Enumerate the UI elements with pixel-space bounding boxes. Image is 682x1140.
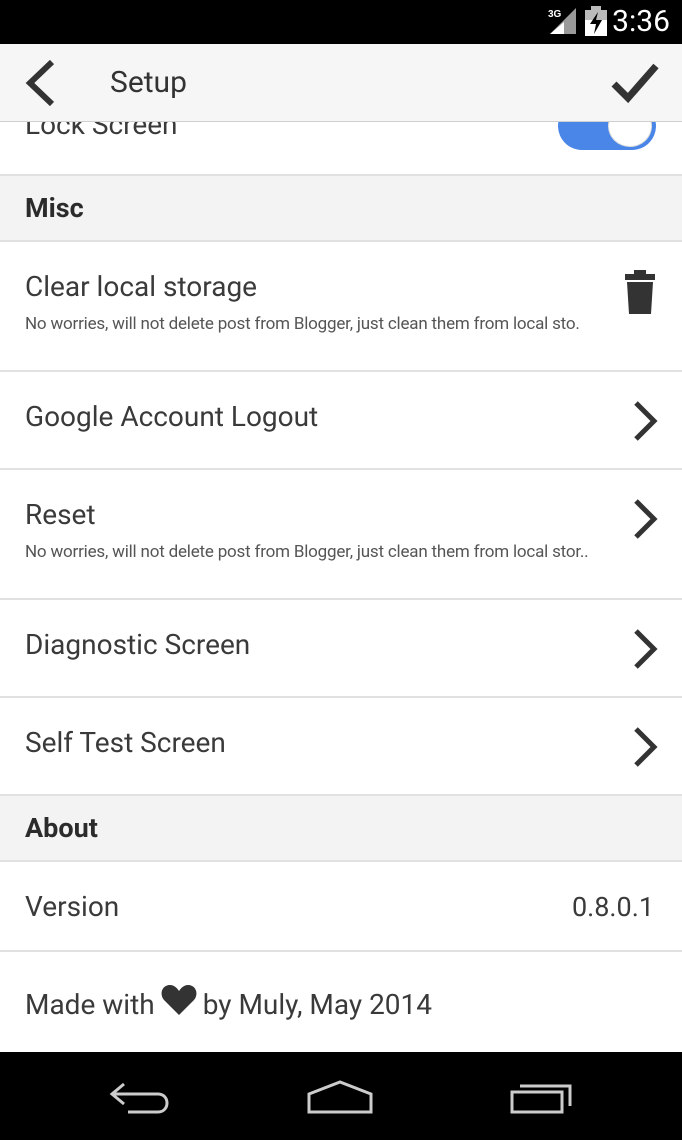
version-value: 0.8.0.1 bbox=[571, 891, 654, 923]
reset-row[interactable]: Reset No worries, will not delete post f… bbox=[0, 470, 682, 600]
toggle-knob bbox=[608, 122, 652, 147]
diagnostic-screen-label: Diagnostic Screen bbox=[25, 628, 251, 661]
status-time: 3:36 bbox=[612, 4, 670, 39]
lock-screen-row[interactable]: Lock Screen bbox=[0, 122, 682, 176]
back-nav-icon[interactable] bbox=[106, 1078, 176, 1118]
page-title: Setup bbox=[110, 65, 187, 100]
reset-label: Reset bbox=[25, 498, 96, 531]
back-chevron-icon[interactable] bbox=[20, 58, 64, 108]
misc-section-header: Misc bbox=[0, 176, 682, 242]
clear-storage-description: No worries, will not delete post from Bl… bbox=[25, 314, 580, 334]
chevron-right-icon bbox=[634, 727, 658, 767]
credits-row: Made with by Muly, May 2014 bbox=[0, 952, 682, 1052]
version-row: Version 0.8.0.1 bbox=[0, 862, 682, 952]
google-logout-label: Google Account Logout bbox=[25, 400, 319, 433]
chevron-right-icon bbox=[634, 629, 658, 669]
diagnostic-screen-row[interactable]: Diagnostic Screen bbox=[0, 600, 682, 698]
trash-icon[interactable] bbox=[624, 270, 656, 314]
app-bar: Setup bbox=[0, 44, 682, 122]
battery-icon bbox=[585, 6, 607, 36]
heart-icon bbox=[161, 985, 197, 1015]
svg-text:3G: 3G bbox=[548, 9, 562, 20]
google-logout-row[interactable]: Google Account Logout bbox=[0, 372, 682, 470]
chevron-right-icon bbox=[634, 401, 658, 441]
check-icon[interactable] bbox=[610, 60, 660, 106]
about-section-header: About bbox=[0, 796, 682, 862]
self-test-screen-row[interactable]: Self Test Screen bbox=[0, 698, 682, 796]
credits-suffix: by Muly, May 2014 bbox=[202, 988, 433, 1021]
reset-description: No worries, will not delete post from Bl… bbox=[25, 542, 589, 562]
settings-list[interactable]: Lock Screen Misc Clear local storage No … bbox=[0, 122, 682, 1052]
home-nav-icon[interactable] bbox=[305, 1078, 375, 1118]
recent-apps-nav-icon[interactable] bbox=[506, 1078, 576, 1118]
version-label: Version bbox=[25, 890, 120, 923]
status-bar: 3G 3:36 bbox=[0, 0, 682, 44]
clear-storage-label: Clear local storage bbox=[25, 270, 258, 303]
lock-screen-label: Lock Screen bbox=[25, 122, 178, 141]
lock-screen-toggle[interactable] bbox=[558, 122, 656, 150]
clear-storage-row[interactable]: Clear local storage No worries, will not… bbox=[0, 242, 682, 372]
credits-text: Made with by Muly, May 2014 bbox=[25, 984, 432, 1021]
misc-header-label: Misc bbox=[25, 192, 84, 224]
credits-prefix: Made with bbox=[25, 988, 155, 1021]
chevron-right-icon bbox=[634, 499, 658, 539]
signal-3g-icon: 3G bbox=[548, 8, 576, 34]
system-nav-bar bbox=[0, 1052, 682, 1140]
self-test-screen-label: Self Test Screen bbox=[25, 726, 226, 759]
about-header-label: About bbox=[25, 812, 98, 844]
